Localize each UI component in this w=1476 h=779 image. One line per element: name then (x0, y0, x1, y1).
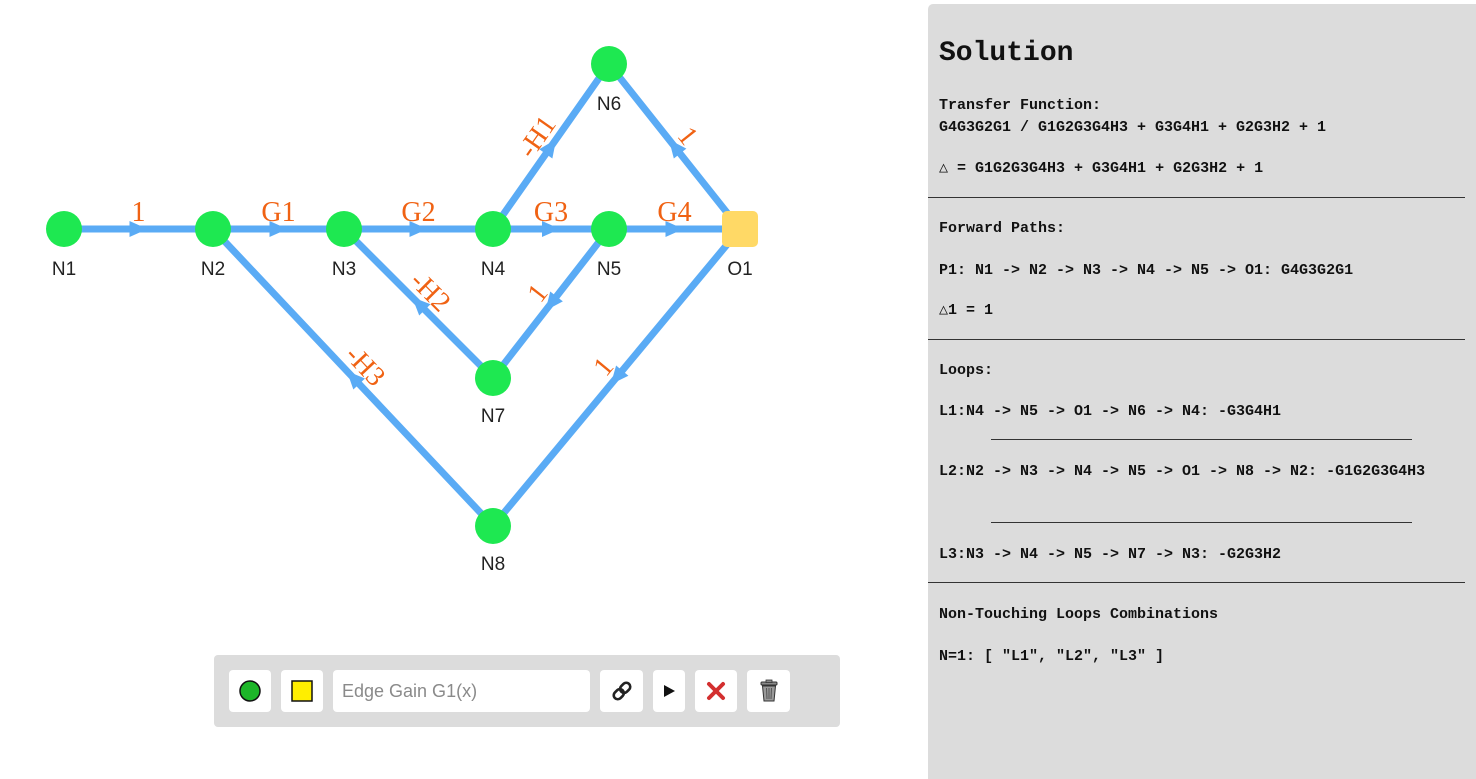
edge-n1-n2[interactable]: 1 (60, 197, 217, 237)
edge-gain-label: -H1 (512, 110, 562, 163)
clear-all-button[interactable] (747, 670, 790, 712)
node-n7[interactable]: N7 (475, 360, 511, 427)
add-output-node-button[interactable] (281, 670, 323, 712)
node-circle (591, 46, 627, 82)
node-label: N1 (52, 259, 76, 280)
edge-gain-input[interactable] (333, 670, 590, 712)
add-node-button[interactable] (229, 670, 271, 712)
node-label: N2 (201, 259, 225, 280)
toolbar (214, 655, 840, 727)
node-label: N5 (597, 259, 621, 280)
node-label: N7 (481, 406, 505, 427)
loop-item: L2:N2 -> N3 -> N4 -> N5 -> O1 -> N8 -> N… (939, 463, 1426, 480)
node-circle (591, 211, 627, 247)
solution-title: Solution (939, 38, 1074, 69)
edge-gain-label: -H3 (339, 340, 391, 393)
red-x-icon (707, 682, 725, 700)
yellow-square-icon (291, 680, 313, 702)
loop-divider (991, 439, 1412, 440)
edge-gain-label: G4 (657, 197, 691, 228)
play-icon (664, 685, 675, 697)
divider (928, 339, 1465, 340)
node-o1[interactable]: O1 (722, 211, 758, 280)
solution-panel: Solution Transfer Function: G4G3G2G1 / G… (928, 4, 1476, 779)
node-n8[interactable]: N8 (475, 508, 511, 575)
edge-gain-label: -H2 (404, 265, 457, 318)
node-n4[interactable]: N4 (475, 211, 511, 280)
node-circle (475, 211, 511, 247)
link-icon (611, 681, 632, 701)
loops-label: Loops: (939, 362, 994, 379)
edges-layer: 1 G1 G2 G3 G4-H1 11-H2-H3 1 (60, 60, 744, 530)
run-button[interactable] (653, 670, 685, 712)
forward-paths-label: Forward Paths: (939, 220, 1066, 237)
edge-gain-label: G1 (261, 197, 295, 228)
add-edge-button[interactable] (600, 670, 643, 712)
node-label: N6 (597, 94, 621, 115)
transfer-function-value: G4G3G2G1 / G1G2G3G4H3 + G3G4H1 + G2G3H2 … (939, 119, 1327, 136)
delete-button[interactable] (695, 670, 737, 712)
loop-item: L3:N3 -> N4 -> N5 -> N7 -> N3: -G2G3H2 (939, 546, 1282, 563)
graph-svg[interactable]: 1 G1 G2 G3 G4-H1 11-H2-H3 1N1 N2 N3 N4 N5 O1N6N7N8 (0, 0, 920, 640)
loop-item: L1:N4 -> N5 -> O1 -> N6 -> N4: -G3G4H1 (939, 403, 1282, 420)
forward-path-item: P1: N1 -> N2 -> N3 -> N4 -> N5 -> O1: G4… (939, 262, 1354, 279)
output-node-shape (722, 211, 758, 247)
edge-n3-n4[interactable]: G2 (340, 197, 497, 237)
edge-gain-label: G3 (534, 197, 568, 228)
node-circle (195, 211, 231, 247)
node-label: N3 (332, 259, 356, 280)
edge-gain-label: G2 (401, 197, 435, 228)
edge-n5-n7[interactable]: 1 (489, 225, 613, 382)
node-label: N8 (481, 554, 505, 575)
signal-flow-graph-canvas[interactable]: 1 G1 G2 G3 G4 -H1 1 1 -H2 -H3 1 N1 N2 N3 N4 N5 O1 N6 N7 N8 (0, 0, 920, 640)
non-touching-item: N=1: [ "L1", "L2", "L3" ] (939, 648, 1165, 665)
node-circle (326, 211, 362, 247)
green-circle-icon (239, 680, 261, 702)
divider (928, 582, 1465, 583)
loop-divider (991, 522, 1412, 523)
node-circle (46, 211, 82, 247)
edge-n2-n3[interactable]: G1 (209, 197, 348, 237)
transfer-function-label: Transfer Function: (939, 97, 1102, 114)
nodes-layer: N1 N2 N3 N4 N5 O1 N6 N7 N8 (46, 46, 758, 575)
node-label: N4 (481, 259, 506, 280)
forward-path-delta: △1 = 1 (939, 302, 994, 319)
trash-icon (760, 679, 777, 702)
edge-gain-label: 1 (132, 197, 146, 228)
delta-value: △ = G1G2G3G4H3 + G3G4H1 + G2G3H2 + 1 (939, 160, 1264, 177)
node-n1[interactable]: N1 (46, 211, 82, 280)
divider (928, 197, 1465, 198)
node-circle (475, 508, 511, 544)
non-touching-label: Non-Touching Loops Combinations (939, 606, 1219, 623)
node-label: O1 (727, 259, 752, 280)
node-circle (475, 360, 511, 396)
